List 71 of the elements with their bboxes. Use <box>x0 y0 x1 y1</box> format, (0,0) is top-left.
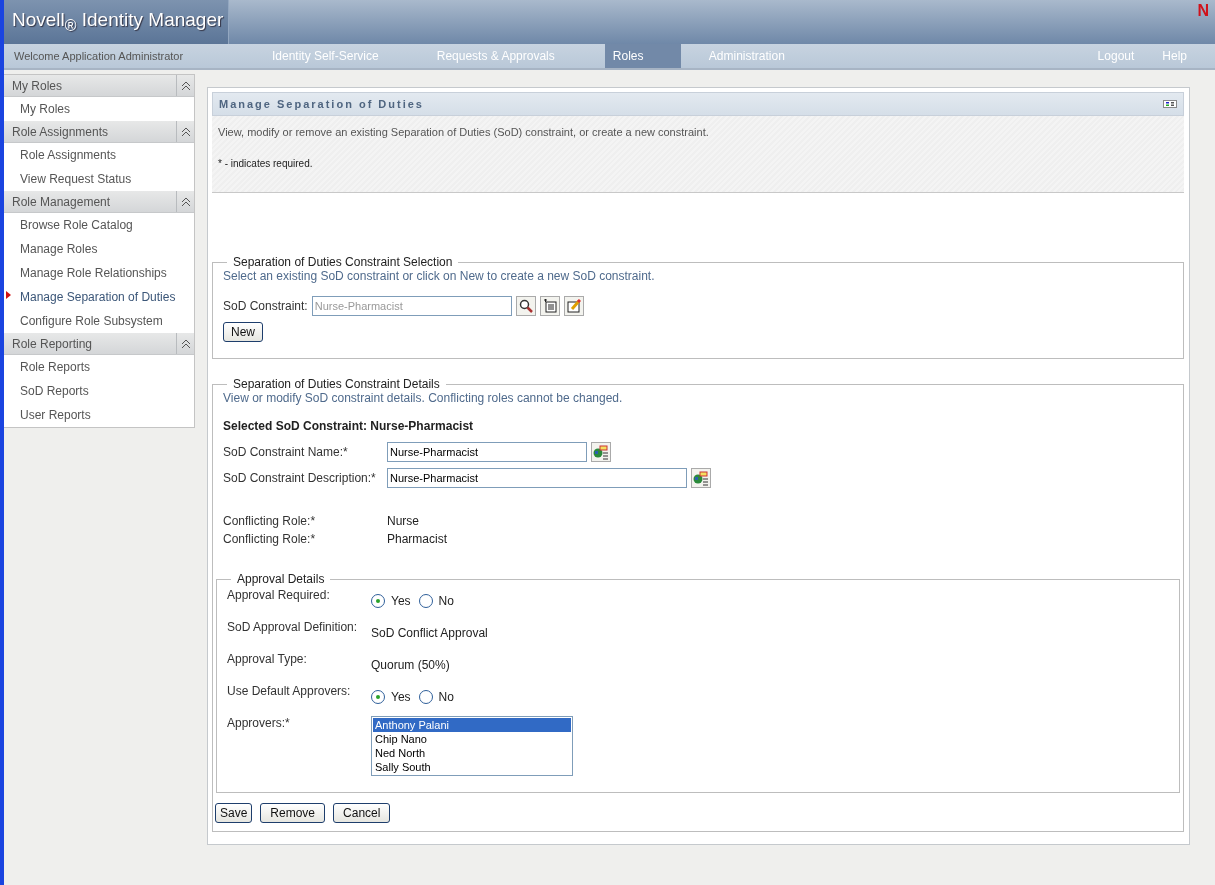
field-label: Use Default Approvers: <box>227 684 352 698</box>
logo: N <box>1197 2 1209 20</box>
action-button[interactable]: Cancel <box>333 803 391 823</box>
localize-button[interactable] <box>691 468 711 488</box>
field-label: Approvers:* <box>227 716 291 730</box>
group-legend: Separation of Duties Constraint Selection <box>227 255 459 269</box>
field-label: Approval Type: <box>227 652 308 666</box>
section-title: Role Assignments <box>11 124 109 139</box>
sidebar-item[interactable]: Role Reports <box>4 355 194 379</box>
radio-label: Yes <box>391 690 411 704</box>
list-item[interactable]: Sally South <box>373 760 571 774</box>
radio-button[interactable] <box>371 594 385 608</box>
nav-tab[interactable]: Roles <box>604 44 681 68</box>
radio-label: Yes <box>391 594 411 608</box>
new-button[interactable]: New <box>223 322 263 342</box>
description-field[interactable]: Nurse-Pharmacist <box>387 468 687 488</box>
field-label: SoD Approval Definition: <box>227 620 359 634</box>
hint-text: View or modify SoD constraint details. Conflicting roles cannot be changed. <box>223 391 624 405</box>
collapse-icon <box>180 80 191 91</box>
hint-text: Select an existing SoD constraint or click on New to create a new SoD constraint. <box>223 269 656 283</box>
collapse-icon <box>180 338 191 349</box>
sidebar-item[interactable]: Manage Role Relationships <box>4 261 194 285</box>
sidebar-item[interactable]: Configure Role Subsystem <box>4 309 194 333</box>
section-title: My Roles <box>11 78 62 93</box>
required-note: * - indicates required. <box>218 158 314 169</box>
sidebar-item[interactable]: SoD Reports <box>4 379 194 403</box>
sidebar-item[interactable]: Role Assignments <box>4 143 194 167</box>
sidebar-item[interactable]: My Roles <box>4 97 194 121</box>
group-legend: Separation of Duties Constraint Details <box>227 377 446 391</box>
role-value: Nurse <box>387 514 419 528</box>
section-title: Role Management <box>11 194 111 209</box>
role-value: Pharmacist <box>387 532 448 546</box>
field-label: Conflicting Role:* <box>223 514 317 528</box>
app-title: Novell$_{®}$ Identity Manager <box>12 9 224 35</box>
list-item[interactable]: Anthony Palani <box>373 718 571 732</box>
section-title: Role Reporting <box>11 336 93 351</box>
radio-button[interactable] <box>371 690 385 704</box>
sidebar-item[interactable]: View Request Status <box>4 167 194 191</box>
name-field[interactable]: Nurse-Pharmacist <box>387 442 587 462</box>
field-label: SoD Constraint: <box>223 299 308 313</box>
localize-button[interactable] <box>591 442 611 462</box>
radio-button[interactable] <box>418 594 433 608</box>
collapse-icon <box>180 126 191 137</box>
search-button[interactable] <box>515 296 536 316</box>
window-icon <box>1163 100 1177 108</box>
field-label: SoD Constraint Name:* <box>223 445 349 459</box>
field-label: SoD Constraint Description:* <box>223 471 377 485</box>
sidebar-item[interactable]: Manage Roles <box>4 237 194 261</box>
field-label: Approval Required: <box>227 588 331 602</box>
field-label: Conflicting Role:* <box>223 532 317 546</box>
radio-label: No <box>438 594 454 608</box>
edit-button[interactable] <box>563 296 584 316</box>
collapse-icon <box>180 196 191 207</box>
field-value: SoD Conflict Approval <box>371 626 488 640</box>
field-value: Quorum (50%) <box>371 658 450 672</box>
sidebar-item[interactable]: User Reports <box>4 403 194 427</box>
list-item[interactable]: Chip Nano <box>373 732 571 746</box>
approvers-list[interactable]: Anthony Palani Chip Nano Ned North Sally South <box>371 716 573 776</box>
sidebar-item[interactable]: Browse Role Catalog <box>4 213 194 237</box>
intro-text: View, modify or remove an existing Separation of Duties (SoD) constraint, or create a new constraint. <box>218 126 710 138</box>
list-item[interactable]: Ned North <box>373 746 571 760</box>
selected-constraint-text: Selected SoD Constraint: Nurse-Pharmacist <box>223 419 475 433</box>
action-button[interactable]: Remove <box>260 803 326 823</box>
welcome-text: Welcome Application Administrator <box>13 50 185 62</box>
pointer-icon <box>6 291 11 299</box>
panel-title: Manage Separation of Duties <box>219 98 424 110</box>
group-legend: Approval Details <box>231 572 331 586</box>
action-button[interactable]: Save <box>215 803 253 823</box>
sidebar-item[interactable]: Manage Separation of Duties <box>4 285 194 309</box>
radio-button[interactable] <box>418 690 433 704</box>
radio-label: No <box>438 690 454 704</box>
